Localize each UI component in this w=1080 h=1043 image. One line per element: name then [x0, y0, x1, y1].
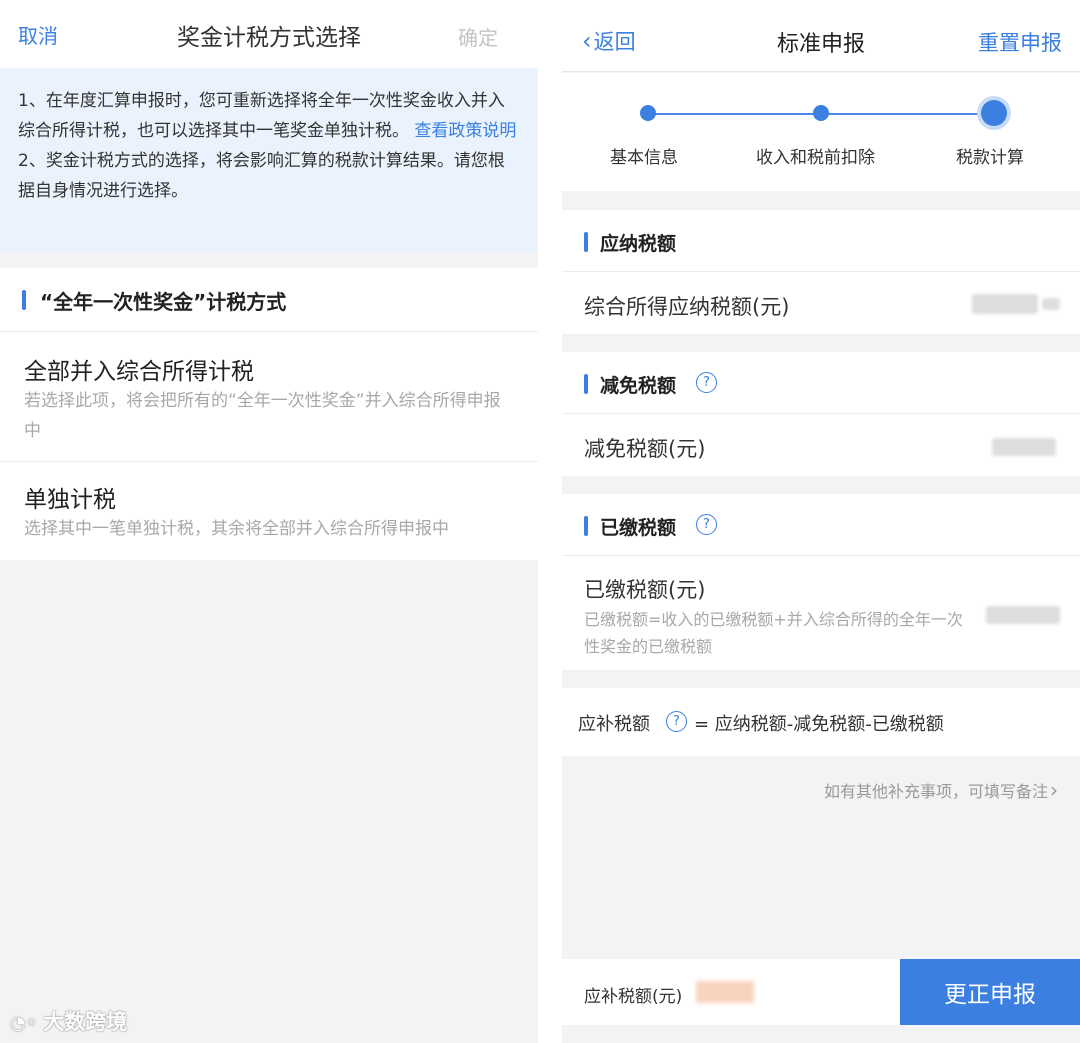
remark-link[interactable]: 如有其他补充事项，可填写备注 › — [824, 778, 1058, 802]
watermark-text: 大数跨境 — [43, 1010, 128, 1034]
option-desc: 若选择此项，将会把所有的“全年一次性奖金”并入综合所得申报中 — [24, 391, 501, 441]
bonus-tax-method-screen: 取消 奖金计税方式选择 确定 1、在年度汇算申报时，您可重新选择将全年一次性奖金… — [0, 0, 538, 1043]
card-header: 应纳税额 — [562, 210, 1080, 272]
bottom-bar: 应补税额(元) 更正申报 — [562, 959, 1080, 1025]
confirm-button[interactable]: 确定 — [458, 22, 498, 51]
row-label: 减免税额(元) — [584, 437, 706, 461]
option-title: 单独计税 — [24, 487, 116, 513]
notice-line-2: 2、奖金计税方式的选择，将会影响汇算的税款计算结果。请您根据自身情况进行选择。 — [18, 151, 505, 201]
payable-tax-row[interactable]: 综合所得应纳税额(元) — [562, 272, 1080, 334]
nav-bar: 取消 奖金计税方式选择 确定 — [0, 0, 538, 68]
tax-paid-row[interactable]: 已缴税额(元) 已缴税额=收入的已缴税额+并入综合所得的全年一次性奖金的已缴税额 — [562, 556, 1080, 670]
option-merge-all[interactable]: 全部并入综合所得计税 若选择此项，将会把所有的“全年一次性奖金”并入综合所得申报… — [0, 332, 538, 462]
option-desc: 选择其中一笔单独计税，其余将全部并入综合所得申报中 — [24, 519, 449, 539]
step-label-1: 基本信息 — [610, 148, 678, 168]
redacted-value — [972, 294, 1038, 314]
step-dot-2 — [813, 105, 829, 121]
formula-expression: = 应纳税额-减免税额-已缴税额 — [694, 714, 944, 735]
help-icon[interactable]: ? — [696, 514, 717, 535]
remark-text: 如有其他补充事项，可填写备注 — [823, 782, 1048, 801]
policy-link[interactable]: 查看政策说明 — [414, 121, 516, 141]
supplement-tax-formula: 应补税额 ? = 应纳税额-减免税额-已缴税额 — [562, 688, 1080, 756]
step-label-2: 收入和税前扣除 — [756, 148, 875, 168]
chevron-right-icon: › — [1050, 778, 1058, 802]
tax-reduction-card: 减免税额 ? 减免税额(元) — [562, 352, 1080, 476]
nav-bar: ‹返回 标准申报 重置申报 — [562, 0, 1080, 72]
step-label-3: 税款计算 — [956, 148, 1024, 168]
row-label: 已缴税额(元) — [584, 578, 706, 602]
card-title: 减免税额 — [600, 375, 677, 397]
supplement-tax-label: 应补税额(元) — [584, 987, 683, 1007]
redacted-amount — [696, 981, 754, 1003]
standard-declaration-screen: ‹返回 标准申报 重置申报 基本信息 收入和税前扣除 税款计算 应纳税额 综合所… — [562, 0, 1080, 1043]
reset-declaration-button[interactable]: 重置申报 — [978, 27, 1062, 57]
card-header: 已缴税额 ? — [562, 494, 1080, 556]
correct-declaration-button[interactable]: 更正申报 — [900, 959, 1080, 1025]
help-icon[interactable]: ? — [666, 711, 687, 732]
section-title: “全年一次性奖金”计税方式 — [40, 290, 287, 314]
redacted-value — [1042, 298, 1060, 310]
row-desc: 已缴税额=收入的已缴税额+并入综合所得的全年一次性奖金的已缴税额 — [584, 610, 963, 656]
option-separate[interactable]: 单独计税 选择其中一笔单独计税，其余将全部并入综合所得申报中 — [0, 462, 538, 560]
section-accent-bar — [22, 290, 26, 310]
card-title: 应纳税额 — [600, 233, 677, 255]
redacted-value — [986, 606, 1060, 624]
section-accent-bar — [584, 374, 588, 394]
payable-tax-card: 应纳税额 综合所得应纳税额(元) — [562, 210, 1080, 334]
formula-label: 应补税额 — [578, 714, 650, 735]
tax-reduction-row[interactable]: 减免税额(元) — [562, 414, 1080, 476]
step-dot-3-active — [981, 100, 1007, 126]
row-label: 综合所得应纳税额(元) — [584, 295, 790, 319]
section-accent-bar — [584, 516, 588, 536]
tax-method-section: “全年一次性奖金”计税方式 全部并入综合所得计税 若选择此项，将会把所有的“全年… — [0, 268, 538, 560]
watermark-logo-icon: ◔◦ — [10, 1013, 38, 1034]
card-header: 减免税额 ? — [562, 352, 1080, 414]
watermark: ◔◦ 大数跨境 — [10, 1006, 127, 1036]
section-accent-bar — [584, 232, 588, 252]
help-icon[interactable]: ? — [696, 372, 717, 393]
step-dot-1 — [640, 105, 656, 121]
card-title: 已缴税额 — [600, 517, 677, 539]
section-header: “全年一次性奖金”计税方式 — [0, 268, 538, 332]
option-title: 全部并入综合所得计税 — [24, 359, 254, 385]
progress-steps: 基本信息 收入和税前扣除 税款计算 — [562, 73, 1080, 191]
notice-box: 1、在年度汇算申报时，您可重新选择将全年一次性奖金收入并入综合所得计税，也可以选… — [0, 68, 538, 252]
tax-paid-card: 已缴税额 ? 已缴税额(元) 已缴税额=收入的已缴税额+并入综合所得的全年一次性… — [562, 494, 1080, 670]
redacted-value — [992, 438, 1056, 456]
